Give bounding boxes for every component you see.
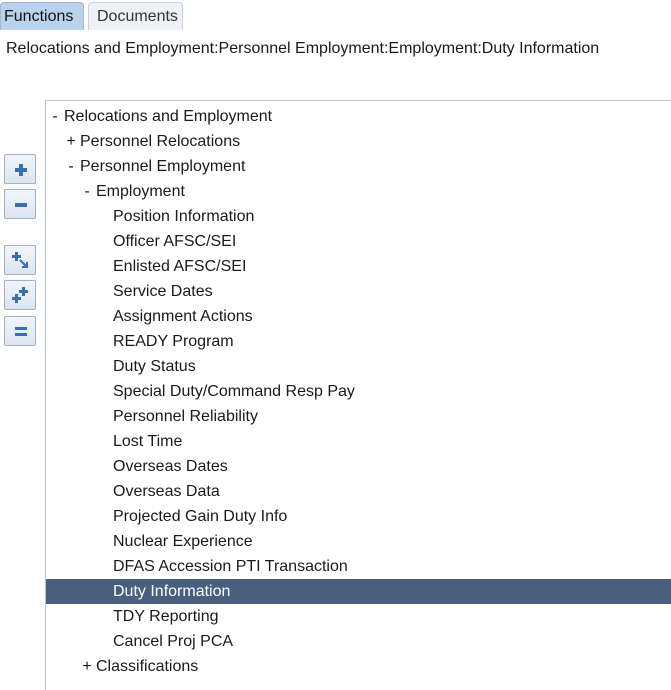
- navigation-tree: - Relocations and Employment + Personnel Re…: [45, 100, 671, 690]
- expand-all-button[interactable]: [4, 280, 36, 310]
- tab-documents[interactable]: Documents: [88, 2, 183, 30]
- tree-item-label[interactable]: TDY Reporting: [113, 604, 219, 629]
- tree-item[interactable]: Position Information: [46, 204, 671, 229]
- tree-item-label[interactable]: Relocations and Employment: [64, 104, 272, 129]
- expand-all-icon: [12, 287, 28, 303]
- tree-item[interactable]: - Employment: [46, 179, 671, 204]
- collapse-button[interactable]: [4, 189, 36, 219]
- tree-item-label[interactable]: Classifications: [96, 654, 198, 679]
- tree-item[interactable]: Personnel Reliability: [46, 404, 671, 429]
- tree-item-label[interactable]: Cancel Proj PCA: [113, 629, 233, 654]
- tree-item[interactable]: Nuclear Experience: [46, 529, 671, 554]
- tree-item-label[interactable]: Personnel Employment: [80, 154, 245, 179]
- tree-item[interactable]: TDY Reporting: [46, 604, 671, 629]
- expand-toggle[interactable]: +: [64, 129, 78, 154]
- tree-item[interactable]: Lost Time: [46, 429, 671, 454]
- tree-item[interactable]: Duty Information: [46, 579, 671, 604]
- tree-item-label[interactable]: Assignment Actions: [113, 304, 253, 329]
- tree-item-label[interactable]: Projected Gain Duty Info: [113, 504, 287, 529]
- tree-item-label[interactable]: Position Information: [113, 204, 254, 229]
- tree-item[interactable]: Assignment Actions: [46, 304, 671, 329]
- tree-item[interactable]: + Classifications: [46, 654, 671, 679]
- tree-item-label[interactable]: Employment: [96, 179, 185, 204]
- tree-item[interactable]: - Personnel Employment: [46, 154, 671, 179]
- tab-functions[interactable]: Functions: [0, 2, 84, 30]
- tree-item-label[interactable]: Personnel Reliability: [113, 404, 258, 429]
- tree-item-label[interactable]: Duty Information: [113, 579, 230, 604]
- collapse-toggle[interactable]: -: [48, 104, 62, 129]
- collapse-toggle[interactable]: -: [64, 154, 78, 179]
- tree-item[interactable]: Enlisted AFSC/SEI: [46, 254, 671, 279]
- tree-item-label[interactable]: Duty Status: [113, 354, 196, 379]
- tree-item-label[interactable]: Lost Time: [113, 429, 182, 454]
- tree-item-label[interactable]: Service Dates: [113, 279, 213, 304]
- tree-item[interactable]: Officer AFSC/SEI: [46, 229, 671, 254]
- tree-item[interactable]: Projected Gain Duty Info: [46, 504, 671, 529]
- tab-bar: Functions Documents: [0, 0, 671, 30]
- tree-item-label[interactable]: Officer AFSC/SEI: [113, 229, 236, 254]
- collapse-all-icon: [15, 327, 27, 336]
- tree-item-label[interactable]: Enlisted AFSC/SEI: [113, 254, 246, 279]
- tree-item-label[interactable]: Overseas Dates: [113, 454, 228, 479]
- tree-item[interactable]: Overseas Data: [46, 479, 671, 504]
- tree-item[interactable]: Special Duty/Command Resp Pay: [46, 379, 671, 404]
- tree-item[interactable]: - Relocations and Employment: [46, 104, 671, 129]
- tree-item-label[interactable]: DFAS Accession PTI Transaction: [113, 554, 348, 579]
- tree-item[interactable]: Overseas Dates: [46, 454, 671, 479]
- collapse-all-button[interactable]: [4, 316, 36, 346]
- minus-icon: [15, 203, 27, 207]
- plus-icon: [15, 164, 27, 176]
- tree-item[interactable]: + Personnel Relocations: [46, 129, 671, 154]
- tree-item[interactable]: READY Program: [46, 329, 671, 354]
- tree-item[interactable]: Duty Status: [46, 354, 671, 379]
- tree-item-label[interactable]: Nuclear Experience: [113, 529, 253, 554]
- tree-item-label[interactable]: Overseas Data: [113, 479, 220, 504]
- tree-item-label[interactable]: Personnel Relocations: [80, 129, 240, 154]
- focus-button[interactable]: [4, 245, 36, 275]
- expand-focus-icon: [12, 252, 28, 268]
- tree-item-label[interactable]: READY Program: [113, 329, 234, 354]
- tree-item-label[interactable]: Special Duty/Command Resp Pay: [113, 379, 355, 404]
- tree-item[interactable]: DFAS Accession PTI Transaction: [46, 554, 671, 579]
- breadcrumb: Relocations and Employment:Personnel Emp…: [6, 40, 600, 57]
- expand-toggle[interactable]: +: [80, 654, 94, 679]
- expand-button[interactable]: [4, 154, 36, 184]
- collapse-toggle[interactable]: -: [80, 179, 94, 204]
- tree-item[interactable]: Cancel Proj PCA: [46, 629, 671, 654]
- tree-item[interactable]: Service Dates: [46, 279, 671, 304]
